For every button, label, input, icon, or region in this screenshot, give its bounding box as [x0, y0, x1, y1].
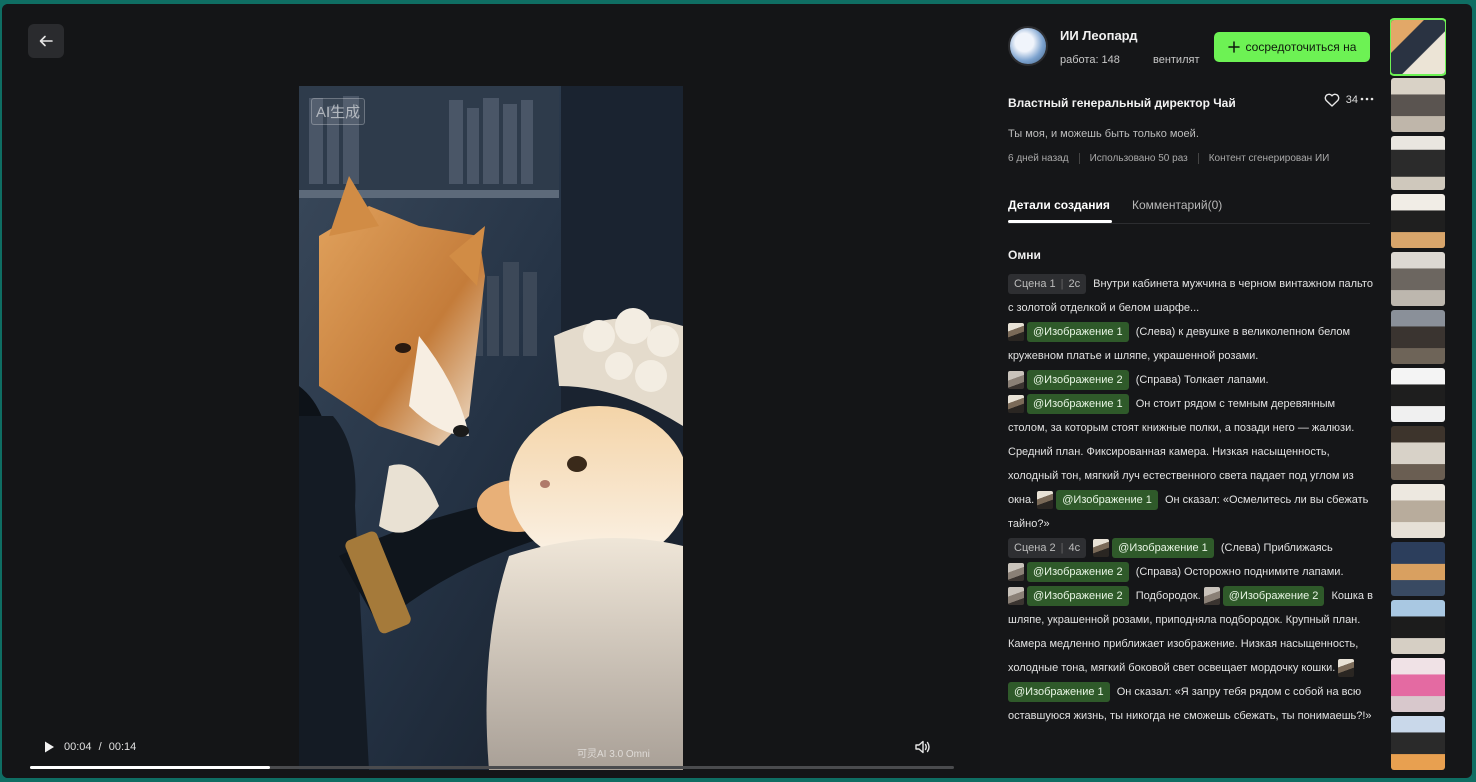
work-title: Властный генеральный директор Чай [1008, 96, 1236, 110]
related-thumbnails [1390, 18, 1446, 778]
thumbnail-item[interactable] [1391, 484, 1445, 538]
prompt-text: Сцена 1 | 2с Внутри кабинета мужчина в чер… [1008, 272, 1374, 728]
thumbnail-item[interactable] [1391, 658, 1445, 712]
meta-ai: Контент сгенерирован ИИ [1208, 153, 1330, 164]
time-separator: / [98, 741, 102, 753]
progress-fill [30, 766, 271, 769]
thumbnail-item[interactable] [1391, 542, 1445, 596]
video-player: AI生成 可灵AI 3.0 Omni 00:04 / 00:14 [2, 4, 980, 778]
video-image [299, 86, 683, 770]
scene-duration: 4с [1068, 542, 1081, 554]
image-mention[interactable]: @Изображение 2 [1027, 370, 1129, 390]
thumbnail-item[interactable] [1391, 252, 1445, 306]
details-panel: ИИ Леопард работа: 148 вентилят сосредот… [980, 4, 1388, 778]
tab-comments[interactable]: Комментарий(0) [1132, 198, 1222, 212]
like-count: 34 [1345, 94, 1358, 106]
thumbnail-item[interactable] [1391, 426, 1445, 480]
ai-generated-badge: AI生成 [311, 98, 366, 125]
model-name: Омни [1008, 248, 1041, 262]
meta-date: 6 дней назад [1008, 153, 1080, 164]
thumbnail-item[interactable] [1391, 194, 1445, 248]
player-controls: 00:04 / 00:14 [30, 734, 954, 774]
reference-thumbnail [1338, 659, 1355, 678]
avatar[interactable] [1008, 26, 1048, 66]
prompt-segment: (Справа) Осторожно поднимите лапами. [1135, 566, 1344, 578]
works-count: работа: 148 [1060, 54, 1120, 66]
active-tab-indicator [1008, 220, 1112, 223]
prompt-segment: (Справа) Толкает лапами. [1135, 374, 1269, 386]
meta-usage: Использовано 50 раз [1090, 153, 1199, 164]
image-mention[interactable]: @Изображение 2 [1222, 586, 1325, 606]
work-description: Ты моя, и можешь быть только моей. [1008, 128, 1199, 140]
prompt-segment: Подбородок. [1135, 590, 1201, 602]
thumbnail-item[interactable] [1391, 368, 1445, 422]
reference-thumbnail [1037, 491, 1054, 510]
tab-creation-details[interactable]: Детали создания [1008, 198, 1110, 212]
thumbnail-item[interactable] [1391, 78, 1445, 132]
total-duration: 00:14 [108, 741, 137, 753]
image-mention[interactable]: @Изображение 2 [1027, 562, 1129, 582]
image-mention[interactable]: @Изображение 2 [1027, 586, 1129, 606]
progress-bar[interactable] [30, 766, 954, 769]
more-button[interactable] [1360, 92, 1374, 109]
playback-time: 00:04 / 00:14 [64, 741, 136, 753]
thumbnail-item[interactable] [1391, 310, 1445, 364]
play-button[interactable] [42, 740, 56, 759]
image-mention[interactable]: @Изображение 1 [1056, 490, 1158, 510]
author-card: ИИ Леопард работа: 148 вентилят сосредот… [1008, 26, 1370, 70]
reference-thumbnail [1203, 587, 1220, 606]
current-time: 00:04 [64, 741, 92, 753]
scene-label: Сцена 1 [1014, 278, 1056, 290]
reference-thumbnail [1008, 371, 1024, 390]
like-button[interactable]: 34 [1324, 93, 1358, 107]
more-icon [1360, 97, 1374, 101]
image-mention[interactable]: @Изображение 1 [1112, 538, 1214, 558]
reference-thumbnail [1093, 539, 1110, 558]
back-button[interactable] [28, 24, 64, 58]
scene-duration: 2с [1068, 278, 1081, 290]
image-mention[interactable]: @Изображение 1 [1027, 394, 1129, 414]
work-header: Властный генеральный директор Чай 34 [1008, 93, 1374, 110]
work-meta: 6 дней назад Использовано 50 раз Контент… [1008, 153, 1349, 164]
fans-label: вентилят [1152, 54, 1200, 66]
reference-thumbnail [1008, 323, 1024, 342]
author-stats: работа: 148 вентилят [1060, 54, 1200, 66]
video-frame[interactable]: AI生成 可灵AI 3.0 Omni [299, 86, 683, 770]
play-icon [45, 741, 54, 753]
follow-button[interactable]: сосредоточиться на [1214, 32, 1370, 62]
prompt-segment: (Слева) Приближаясь [1220, 542, 1333, 554]
volume-icon [915, 740, 930, 754]
tab-bar: Детали создания Комментарий(0) [1008, 196, 1370, 224]
reference-thumbnail [1008, 587, 1024, 606]
arrow-left-icon [39, 35, 53, 47]
thumbnail-item[interactable] [1391, 136, 1445, 190]
plus-icon [1227, 41, 1240, 53]
thumbnail-item[interactable] [1391, 600, 1445, 654]
image-mention[interactable]: @Изображение 1 [1008, 682, 1110, 702]
thumbnail-item[interactable] [1390, 18, 1446, 76]
reference-thumbnail [1008, 563, 1024, 582]
scene-tag: Сцена 2 | 4с [1008, 538, 1087, 558]
author-name[interactable]: ИИ Леопард [1060, 28, 1138, 43]
reference-thumbnail [1008, 395, 1024, 414]
scene-label: Сцена 2 [1014, 542, 1056, 554]
thumbnail-item[interactable] [1391, 716, 1445, 770]
follow-label: сосредоточиться на [1245, 40, 1357, 54]
heart-icon [1324, 93, 1340, 107]
volume-button[interactable] [914, 738, 932, 761]
scene-tag: Сцена 1 | 2с [1008, 274, 1087, 294]
app-window: AI生成 可灵AI 3.0 Omni 00:04 / 00:14 ИИ Леоп… [2, 4, 1472, 778]
image-mention[interactable]: @Изображение 1 [1027, 322, 1129, 342]
